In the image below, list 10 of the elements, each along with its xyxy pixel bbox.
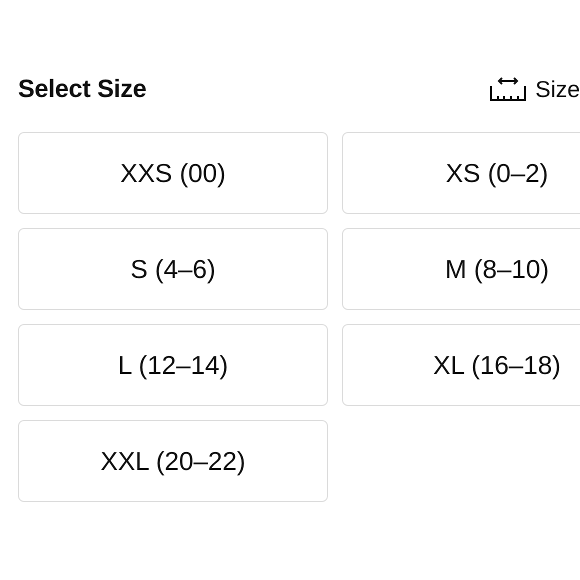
- size-option[interactable]: L (12–14): [18, 324, 328, 406]
- size-option[interactable]: S (4–6): [18, 228, 328, 310]
- size-option[interactable]: XL (16–18): [342, 324, 580, 406]
- size-option[interactable]: M (8–10): [342, 228, 580, 310]
- size-option[interactable]: XXL (20–22): [18, 420, 328, 502]
- size-option[interactable]: XXS (00): [18, 132, 328, 214]
- size-guide-link[interactable]: Size: [489, 76, 580, 102]
- ruler-icon: [489, 76, 528, 102]
- size-option[interactable]: XS (0–2): [342, 132, 580, 214]
- section-title: Select Size: [18, 74, 146, 104]
